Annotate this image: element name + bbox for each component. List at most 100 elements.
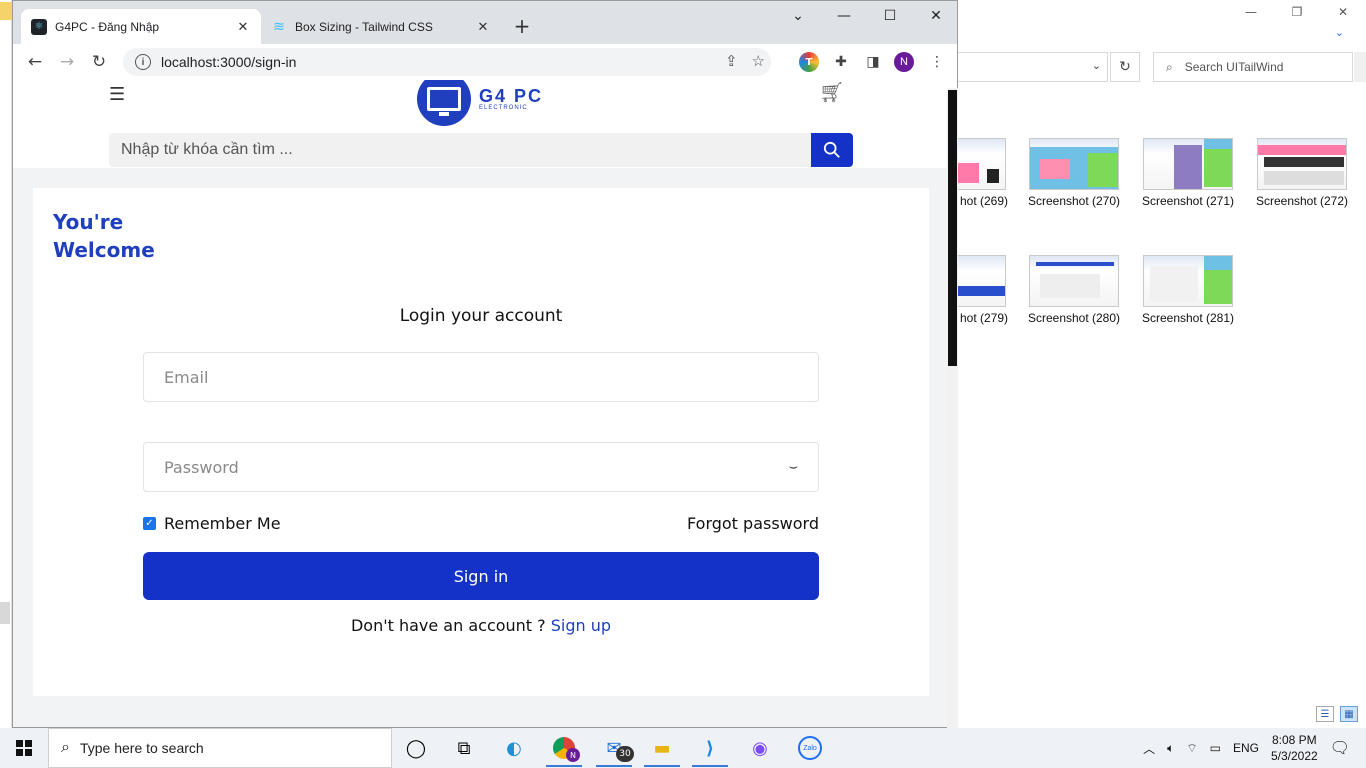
thumbnail-item[interactable]: Screenshot (272) <box>1244 138 1360 208</box>
windows-logo-icon <box>16 740 32 756</box>
notification-icon[interactable]: 🗨︎ <box>1330 738 1350 758</box>
cortana-icon[interactable]: ◯ <box>392 728 440 768</box>
clock[interactable]: 8:08 PM 5/3/2022 <box>1271 732 1318 764</box>
explorer-address-bar[interactable]: ⌄ <box>958 52 1108 82</box>
taskbar-search-box[interactable]: ⌕ Type here to search <box>48 728 392 768</box>
address-bar[interactable]: i localhost:3000/sign-in ⇪ ☆ <box>123 48 771 76</box>
sign-up-link[interactable]: Sign up <box>551 616 611 635</box>
explorer-minimize-button[interactable]: — <box>1228 0 1274 24</box>
large-icons-view-icon[interactable]: ▦ <box>1340 706 1358 722</box>
thumbnail-item[interactable]: Screenshot (280) <box>1016 255 1132 325</box>
site-header: ☰ G4 PC ELECTRONIC 🛒︎ Nhập từ khóa cần t… <box>13 80 957 168</box>
cart-icon[interactable]: 🛒︎ <box>819 80 844 104</box>
window-controls: ⌄ — ☐ ✕ <box>775 1 957 31</box>
thumbnail-image <box>1029 255 1119 307</box>
explorer-search-input[interactable]: ⌕ Search UITailWind <box>1153 52 1353 82</box>
kebab-menu-icon[interactable]: ⋮ <box>927 52 947 72</box>
volume-icon[interactable]: 🔈︎ <box>1167 741 1174 756</box>
forward-arrow-icon[interactable]: → <box>55 50 79 74</box>
explorer-search-placeholder: Search UITailWind <box>1184 60 1284 74</box>
show-hidden-icons-icon[interactable]: ︿ <box>1143 740 1155 757</box>
close-window-button[interactable]: ✕ <box>913 1 957 31</box>
maximize-button[interactable]: ☐ <box>867 1 913 31</box>
system-tray: ︿ 🔈︎ ⌔ ▭ ENG 8:08 PM 5/3/2022 🗨︎ <box>1143 728 1366 768</box>
new-tab-button[interactable]: + <box>511 14 533 38</box>
login-card: You're Welcome Login your account Email … <box>33 188 929 696</box>
remember-me-label: Remember Me <box>164 514 281 533</box>
messenger-icon[interactable]: ◉ <box>736 728 784 768</box>
forgot-password-link[interactable]: Forgot password <box>687 514 819 533</box>
eye-icon[interactable]: ⌣ <box>789 459 798 475</box>
signup-prompt: Don't have an account ? Sign up <box>33 616 929 635</box>
profile-avatar[interactable]: N <box>894 52 914 72</box>
bookmark-star-icon[interactable]: ☆ <box>752 52 765 70</box>
thumbnail-label: Screenshot (272) <box>1255 194 1349 208</box>
reload-icon[interactable]: ↻ <box>87 50 111 74</box>
thumbnail-image <box>956 255 1006 307</box>
react-icon: ⚛ <box>31 18 47 35</box>
zalo-icon[interactable]: Zalo <box>786 728 834 768</box>
thumbnail-item[interactable]: Screenshot (270) <box>1016 138 1132 208</box>
background-window-edge <box>0 0 20 728</box>
chrome-taskbar-icon[interactable]: N <box>540 728 588 768</box>
email-field[interactable]: Email <box>143 352 819 402</box>
tab-sign-in[interactable]: ⚛ G4PC - Đăng Nhập ✕ <box>21 9 261 44</box>
scrollbar-thumb[interactable] <box>948 90 957 366</box>
search-button[interactable] <box>811 133 853 167</box>
close-icon[interactable]: ✕ <box>475 19 491 35</box>
minimize-button[interactable]: — <box>821 1 867 31</box>
thumbnail-item[interactable]: Screenshot (271) <box>1130 138 1246 208</box>
site-logo[interactable]: G4 PC ELECTRONIC <box>417 80 543 126</box>
login-title: Login your account <box>399 306 563 326</box>
edge-icon[interactable]: ◐ <box>490 728 538 768</box>
search-icon <box>823 141 840 158</box>
file-explorer-icon[interactable]: ▬ <box>638 728 686 768</box>
explorer-ribbon-expand-icon[interactable]: ⌄ <box>1335 26 1344 39</box>
address-dropdown-icon[interactable]: ⌄ <box>1092 59 1101 72</box>
sign-in-button[interactable]: Sign in <box>143 552 819 600</box>
close-icon[interactable]: ✕ <box>235 19 251 35</box>
thumbnail-image <box>1143 255 1233 307</box>
tab-search-icon[interactable]: ⌄ <box>775 1 821 31</box>
start-button[interactable] <box>0 728 48 768</box>
site-info-icon[interactable]: i <box>135 54 151 70</box>
explorer-close-button[interactable]: ✕ <box>1320 0 1366 24</box>
no-account-text: Don't have an account ? <box>350 616 546 635</box>
explorer-restore-button[interactable]: ❐ <box>1274 0 1320 24</box>
thumbnail-label: hot (279) <box>959 311 1008 325</box>
taskbar-search-placeholder: Type here to search <box>79 740 204 756</box>
explorer-scrollbar[interactable] <box>1354 52 1366 82</box>
site-search-input[interactable]: Nhập từ khóa cần tìm ... <box>109 133 853 167</box>
extension-t-icon[interactable]: T <box>799 52 819 72</box>
explorer-refresh-button[interactable]: ↻ <box>1110 52 1140 82</box>
mail-icon[interactable]: ✉ 30 <box>590 728 638 768</box>
wifi-icon[interactable]: ⌔ <box>1186 741 1197 756</box>
password-field[interactable]: Password ⌣ <box>143 442 819 492</box>
back-arrow-icon[interactable]: ← <box>23 50 47 74</box>
welcome-heading: You're Welcome <box>53 208 155 264</box>
taskbar: ⌕ Type here to search ◯ ⧉ ◐ N ✉ 30 ▬ ⟩ ◉… <box>0 728 1366 768</box>
battery-icon[interactable]: ▭ <box>1210 741 1221 755</box>
omnibox-actions: ⇪ ☆ <box>725 52 765 70</box>
checkbox-checked-icon[interactable]: ✓ <box>143 517 156 530</box>
side-panel-icon[interactable]: ◨ <box>863 52 883 72</box>
logo-monitor-icon <box>417 80 471 126</box>
remember-me-checkbox[interactable]: ✓ Remember Me <box>143 514 281 533</box>
tab-tailwind[interactable]: ≋ Box Sizing - Tailwind CSS ✕ <box>261 9 501 44</box>
thumbnail-item[interactable]: Screenshot (281) <box>1130 255 1246 325</box>
vscode-icon[interactable]: ⟩ <box>686 728 734 768</box>
details-view-icon[interactable]: ☰ <box>1316 706 1334 722</box>
hamburger-menu-icon[interactable]: ☰ <box>109 84 125 105</box>
share-icon[interactable]: ⇪ <box>725 52 738 70</box>
language-indicator[interactable]: ENG <box>1233 741 1259 755</box>
extensions-puzzle-icon[interactable]: ✚ <box>831 52 851 72</box>
page-scrollbar[interactable] <box>947 88 958 728</box>
logo-brand-text: G4 PC <box>479 86 544 106</box>
task-view-icon[interactable]: ⧉ <box>440 728 488 768</box>
clock-time: 8:08 PM <box>1271 733 1317 747</box>
clock-date: 5/3/2022 <box>1270 749 1318 763</box>
search-icon: ⌕ <box>1166 59 1173 74</box>
thumbnail-image <box>956 138 1006 190</box>
email-placeholder: Email <box>164 367 209 387</box>
url-text: localhost:3000/sign-in <box>161 54 297 70</box>
